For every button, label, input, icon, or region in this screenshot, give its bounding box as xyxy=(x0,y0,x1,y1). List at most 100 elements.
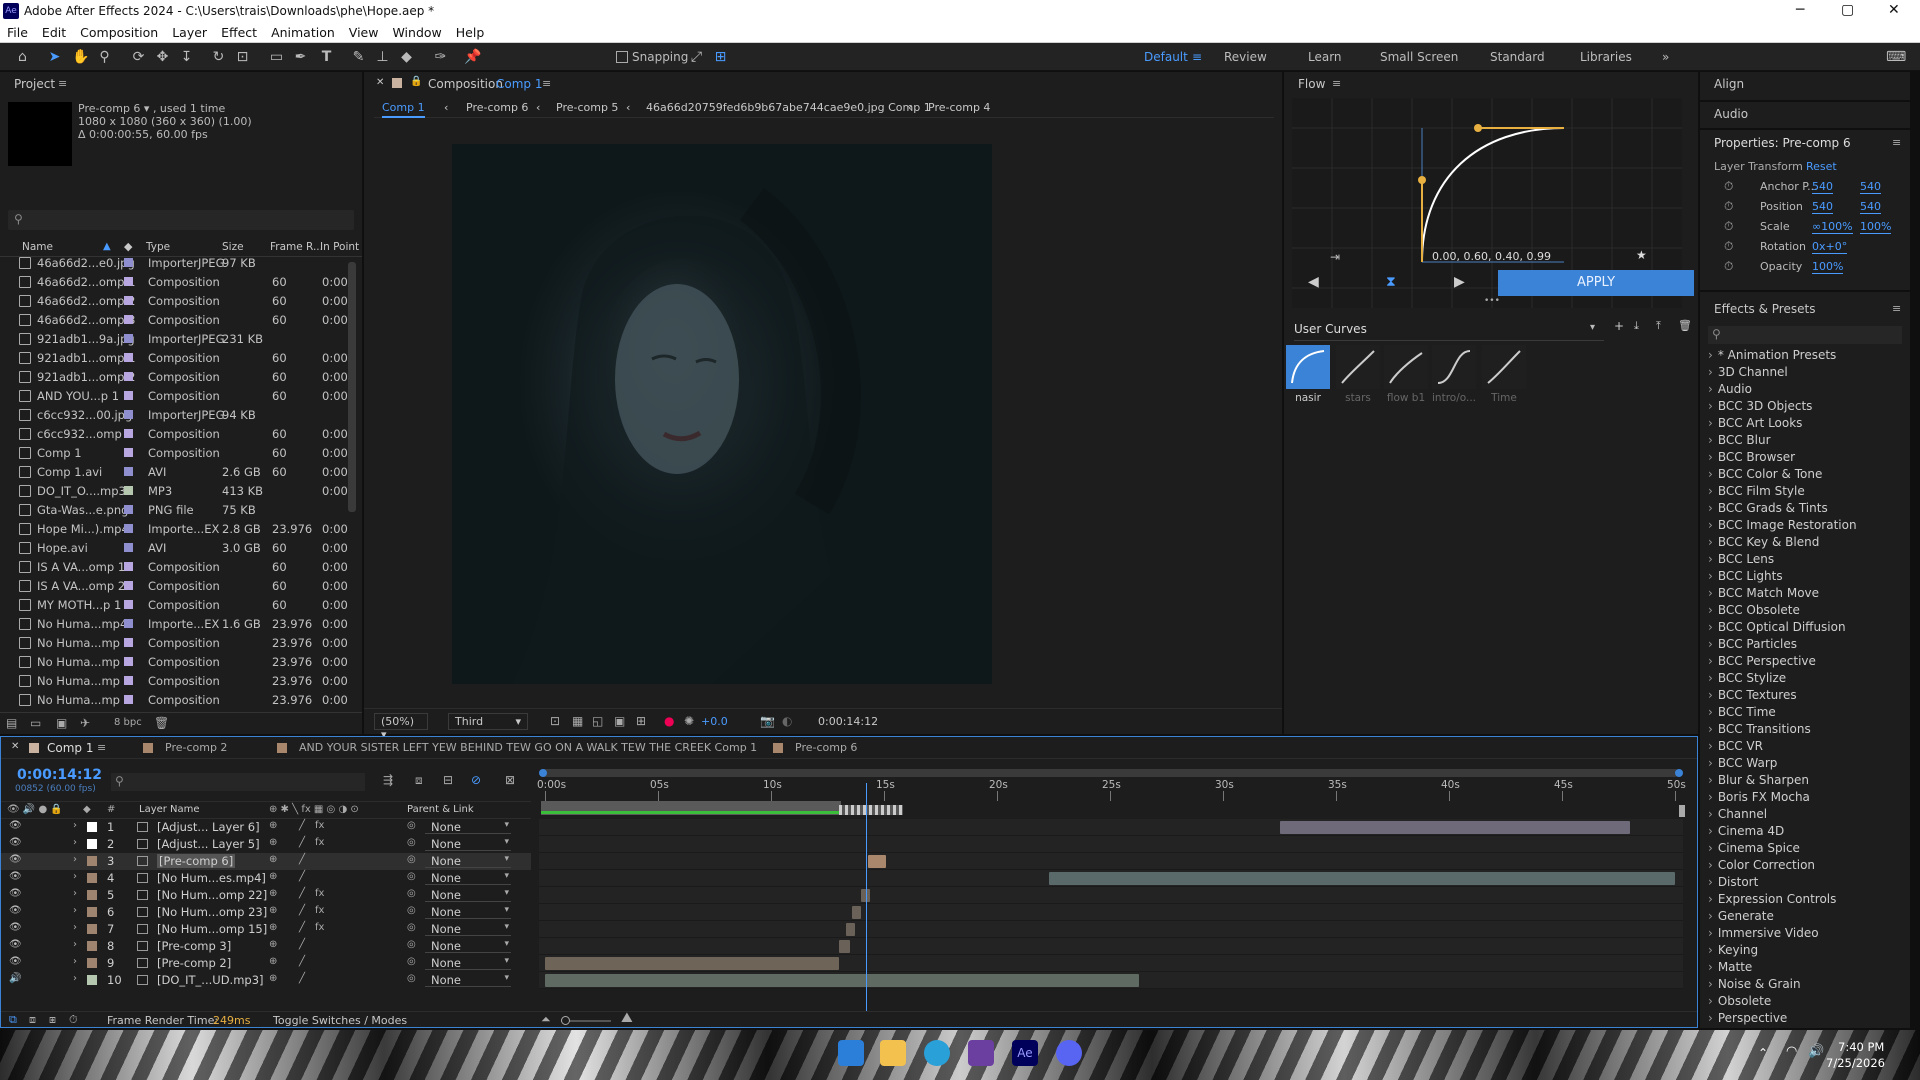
layer-track[interactable] xyxy=(539,887,1683,904)
project-item[interactable]: IS A VA...omp 2 Composition 60 0:00 xyxy=(14,577,354,596)
user-curves-dropdown-icon[interactable]: ▾ xyxy=(1590,322,1595,333)
effects-category-item[interactable]: BCC Blur xyxy=(1708,433,1771,447)
wifi-icon[interactable]: ◠ xyxy=(1786,1044,1797,1059)
layer-name[interactable]: [Pre-comp 2] xyxy=(157,956,231,970)
fx-switch-icon[interactable]: fx xyxy=(315,922,324,933)
layer-duration-bar[interactable] xyxy=(1279,821,1630,834)
timeline-timecode[interactable]: 0:00:14:12 xyxy=(17,767,102,783)
pick-whip-icon[interactable]: ◎ xyxy=(407,837,416,848)
rotate-tool-icon[interactable]: ↻ xyxy=(210,49,227,65)
show-snapshot-icon[interactable]: ◐ xyxy=(782,714,792,728)
project-menu-icon[interactable]: ≡ xyxy=(58,77,67,90)
layer-duration-bar[interactable] xyxy=(545,974,1140,987)
comp-menu-icon[interactable]: ≡ xyxy=(542,77,551,90)
parent-dropdown[interactable]: None ▾ xyxy=(425,854,511,868)
layer-row[interactable]: 👁 › 4 [No Hum...es.mp4] ⊕ ╱ ◎ None ▾ xyxy=(1,870,531,887)
col-in-point[interactable]: In Point xyxy=(320,241,359,253)
layer-duration-bar[interactable] xyxy=(838,940,851,953)
layer-duration-bar[interactable] xyxy=(1048,872,1675,885)
effects-category-item[interactable]: Color Correction xyxy=(1708,858,1815,872)
eye-icon[interactable]: 🔊 xyxy=(9,973,21,984)
layer-name[interactable]: [Pre-comp 3] xyxy=(157,939,231,953)
project-item[interactable]: IS A VA...omp 1 Composition 60 0:00 xyxy=(14,558,354,577)
effects-category-item[interactable]: Channel xyxy=(1708,807,1767,821)
label-swatch[interactable] xyxy=(124,315,133,324)
effects-category-item[interactable]: BCC Stylize xyxy=(1708,671,1786,685)
layer-row[interactable]: 👁 › 1 [Adjust... Layer 6] ⊕ ╱ fx ◎ None ▾ xyxy=(1,819,531,836)
maximize-button[interactable]: ▢ xyxy=(1841,2,1854,18)
effects-category-item[interactable]: Perspective xyxy=(1708,1011,1788,1025)
layer-label-swatch[interactable] xyxy=(87,873,97,883)
label-swatch[interactable] xyxy=(124,505,133,514)
project-item[interactable]: 46a66d2...omp 1 Composition 60 0:00 xyxy=(14,273,354,292)
layer-label-swatch[interactable] xyxy=(87,839,97,849)
effects-category-item[interactable]: BCC Optical Diffusion xyxy=(1708,620,1846,634)
file-explorer-icon[interactable] xyxy=(880,1040,906,1066)
effects-category-item[interactable]: Cinema 4D xyxy=(1708,824,1784,838)
project-item[interactable]: Comp 1 Composition 60 0:00 xyxy=(14,444,354,463)
expand-arrow-icon[interactable]: › xyxy=(73,888,77,899)
effects-category-item[interactable]: BCC Warp xyxy=(1708,756,1778,770)
expand-arrow-icon[interactable]: › xyxy=(73,905,77,916)
snapping-checkbox[interactable] xyxy=(616,51,628,63)
draft-3d-icon[interactable]: ⧈ xyxy=(415,773,423,788)
discord-icon[interactable] xyxy=(1056,1040,1082,1066)
project-item[interactable]: 921adb1...omp 2 Composition 60 0:00 xyxy=(14,368,354,387)
layer-track[interactable] xyxy=(539,819,1683,836)
menu-layer[interactable]: Layer xyxy=(165,22,214,40)
zoom-tool-icon[interactable]: ⚲ xyxy=(96,49,113,65)
start-icon[interactable] xyxy=(838,1040,864,1066)
project-item[interactable]: 921adb1...omp 1 Composition 60 0:00 xyxy=(14,349,354,368)
mask-visibility-icon[interactable]: ◱ xyxy=(592,714,603,728)
project-item[interactable]: Hope.avi AVI 3.0 GB 60 0:00 xyxy=(14,539,354,558)
transfer-controls-icon[interactable]: ⧈ xyxy=(29,1013,36,1027)
shy-switch-icon[interactable]: ⊕ xyxy=(269,956,277,967)
eye-icon[interactable]: 👁 xyxy=(9,956,22,967)
minimize-button[interactable]: ─ xyxy=(1796,2,1804,18)
breadcrumb-jpg-comp[interactable]: 46a66d20759fed6b9b67abe744cae9e0.jpg Com… xyxy=(646,101,931,114)
tab-pre-comp-2[interactable]: Pre-comp 2 xyxy=(165,741,227,754)
pen-tool-icon[interactable]: ✒ xyxy=(292,49,309,65)
rectangle-tool-icon[interactable]: ▭ xyxy=(268,49,285,65)
project-item[interactable]: AND YOU...p 1 Composition 60 0:00 xyxy=(14,387,354,406)
effects-category-item[interactable]: BCC Color & Tone xyxy=(1708,467,1823,481)
import-curve-icon[interactable]: ⇥ xyxy=(1330,250,1340,264)
property-value-2[interactable]: 540 xyxy=(1860,180,1881,194)
ease-out-icon[interactable]: ▶ xyxy=(1454,274,1465,290)
effects-category-item[interactable]: BCC Perspective xyxy=(1708,654,1816,668)
parent-dropdown[interactable]: None ▾ xyxy=(425,922,511,936)
col-frame-rate[interactable]: Frame R... xyxy=(270,241,323,253)
label-swatch[interactable] xyxy=(124,600,133,609)
layer-name[interactable]: [No Hum...omp 15] xyxy=(157,922,267,936)
clock-date[interactable]: 7/25/2026 xyxy=(1826,1056,1885,1070)
effects-category-item[interactable]: BCC Match Move xyxy=(1708,586,1819,600)
parent-dropdown[interactable]: None ▾ xyxy=(425,871,511,885)
type-tool-icon[interactable]: T xyxy=(318,49,335,65)
parent-dropdown[interactable]: None ▾ xyxy=(425,939,511,953)
time-ruler[interactable]: 0:00s 05s 10s 15s 20s 25s 30s 35s 40s 45s 50s xyxy=(537,779,1686,801)
eye-icon[interactable]: 👁 xyxy=(9,888,22,899)
effects-category-item[interactable]: Blur & Sharpen xyxy=(1708,773,1809,787)
breadcrumb-comp-1[interactable]: Comp 1 xyxy=(382,101,425,118)
align-panel-title[interactable]: Align xyxy=(1714,77,1744,91)
parent-dropdown[interactable]: None ▾ xyxy=(425,973,511,987)
workspace-menu-icon[interactable]: ≡ xyxy=(1192,50,1202,64)
search-help-icon[interactable]: ⌨ xyxy=(1886,49,1906,65)
label-swatch[interactable] xyxy=(124,391,133,400)
workspace-learn[interactable]: Learn xyxy=(1308,50,1342,64)
zoom-dropdown[interactable]: (50%) ▾ xyxy=(374,713,428,741)
tab-pre-comp-6[interactable]: Pre-comp 6 xyxy=(795,741,857,754)
label-swatch[interactable] xyxy=(124,676,133,685)
eye-icon[interactable]: 👁 xyxy=(9,939,22,950)
flow-more-icon[interactable]: ••• xyxy=(1484,296,1500,306)
label-swatch[interactable] xyxy=(124,467,133,476)
shy-switch-icon[interactable]: ⊕ xyxy=(269,837,277,848)
layer-row[interactable]: 👁 › 6 [No Hum...omp 23] ⊕ ╱ fx ◎ None ▾ xyxy=(1,904,531,921)
tab-and-your-sister-comp[interactable]: AND YOUR SISTER LEFT YEW BEHIND TEW GO O… xyxy=(299,741,757,754)
effects-category-item[interactable]: BCC Lens xyxy=(1708,552,1774,566)
snap-options-icon[interactable]: ⤢ xyxy=(688,49,705,65)
workspace-overflow-button[interactable]: » xyxy=(1662,50,1669,64)
effects-category-item[interactable]: BCC Image Restoration xyxy=(1708,518,1857,532)
effects-category-item[interactable]: 3D Channel xyxy=(1708,365,1788,379)
favorite-star-icon[interactable]: ★ xyxy=(1636,248,1647,262)
